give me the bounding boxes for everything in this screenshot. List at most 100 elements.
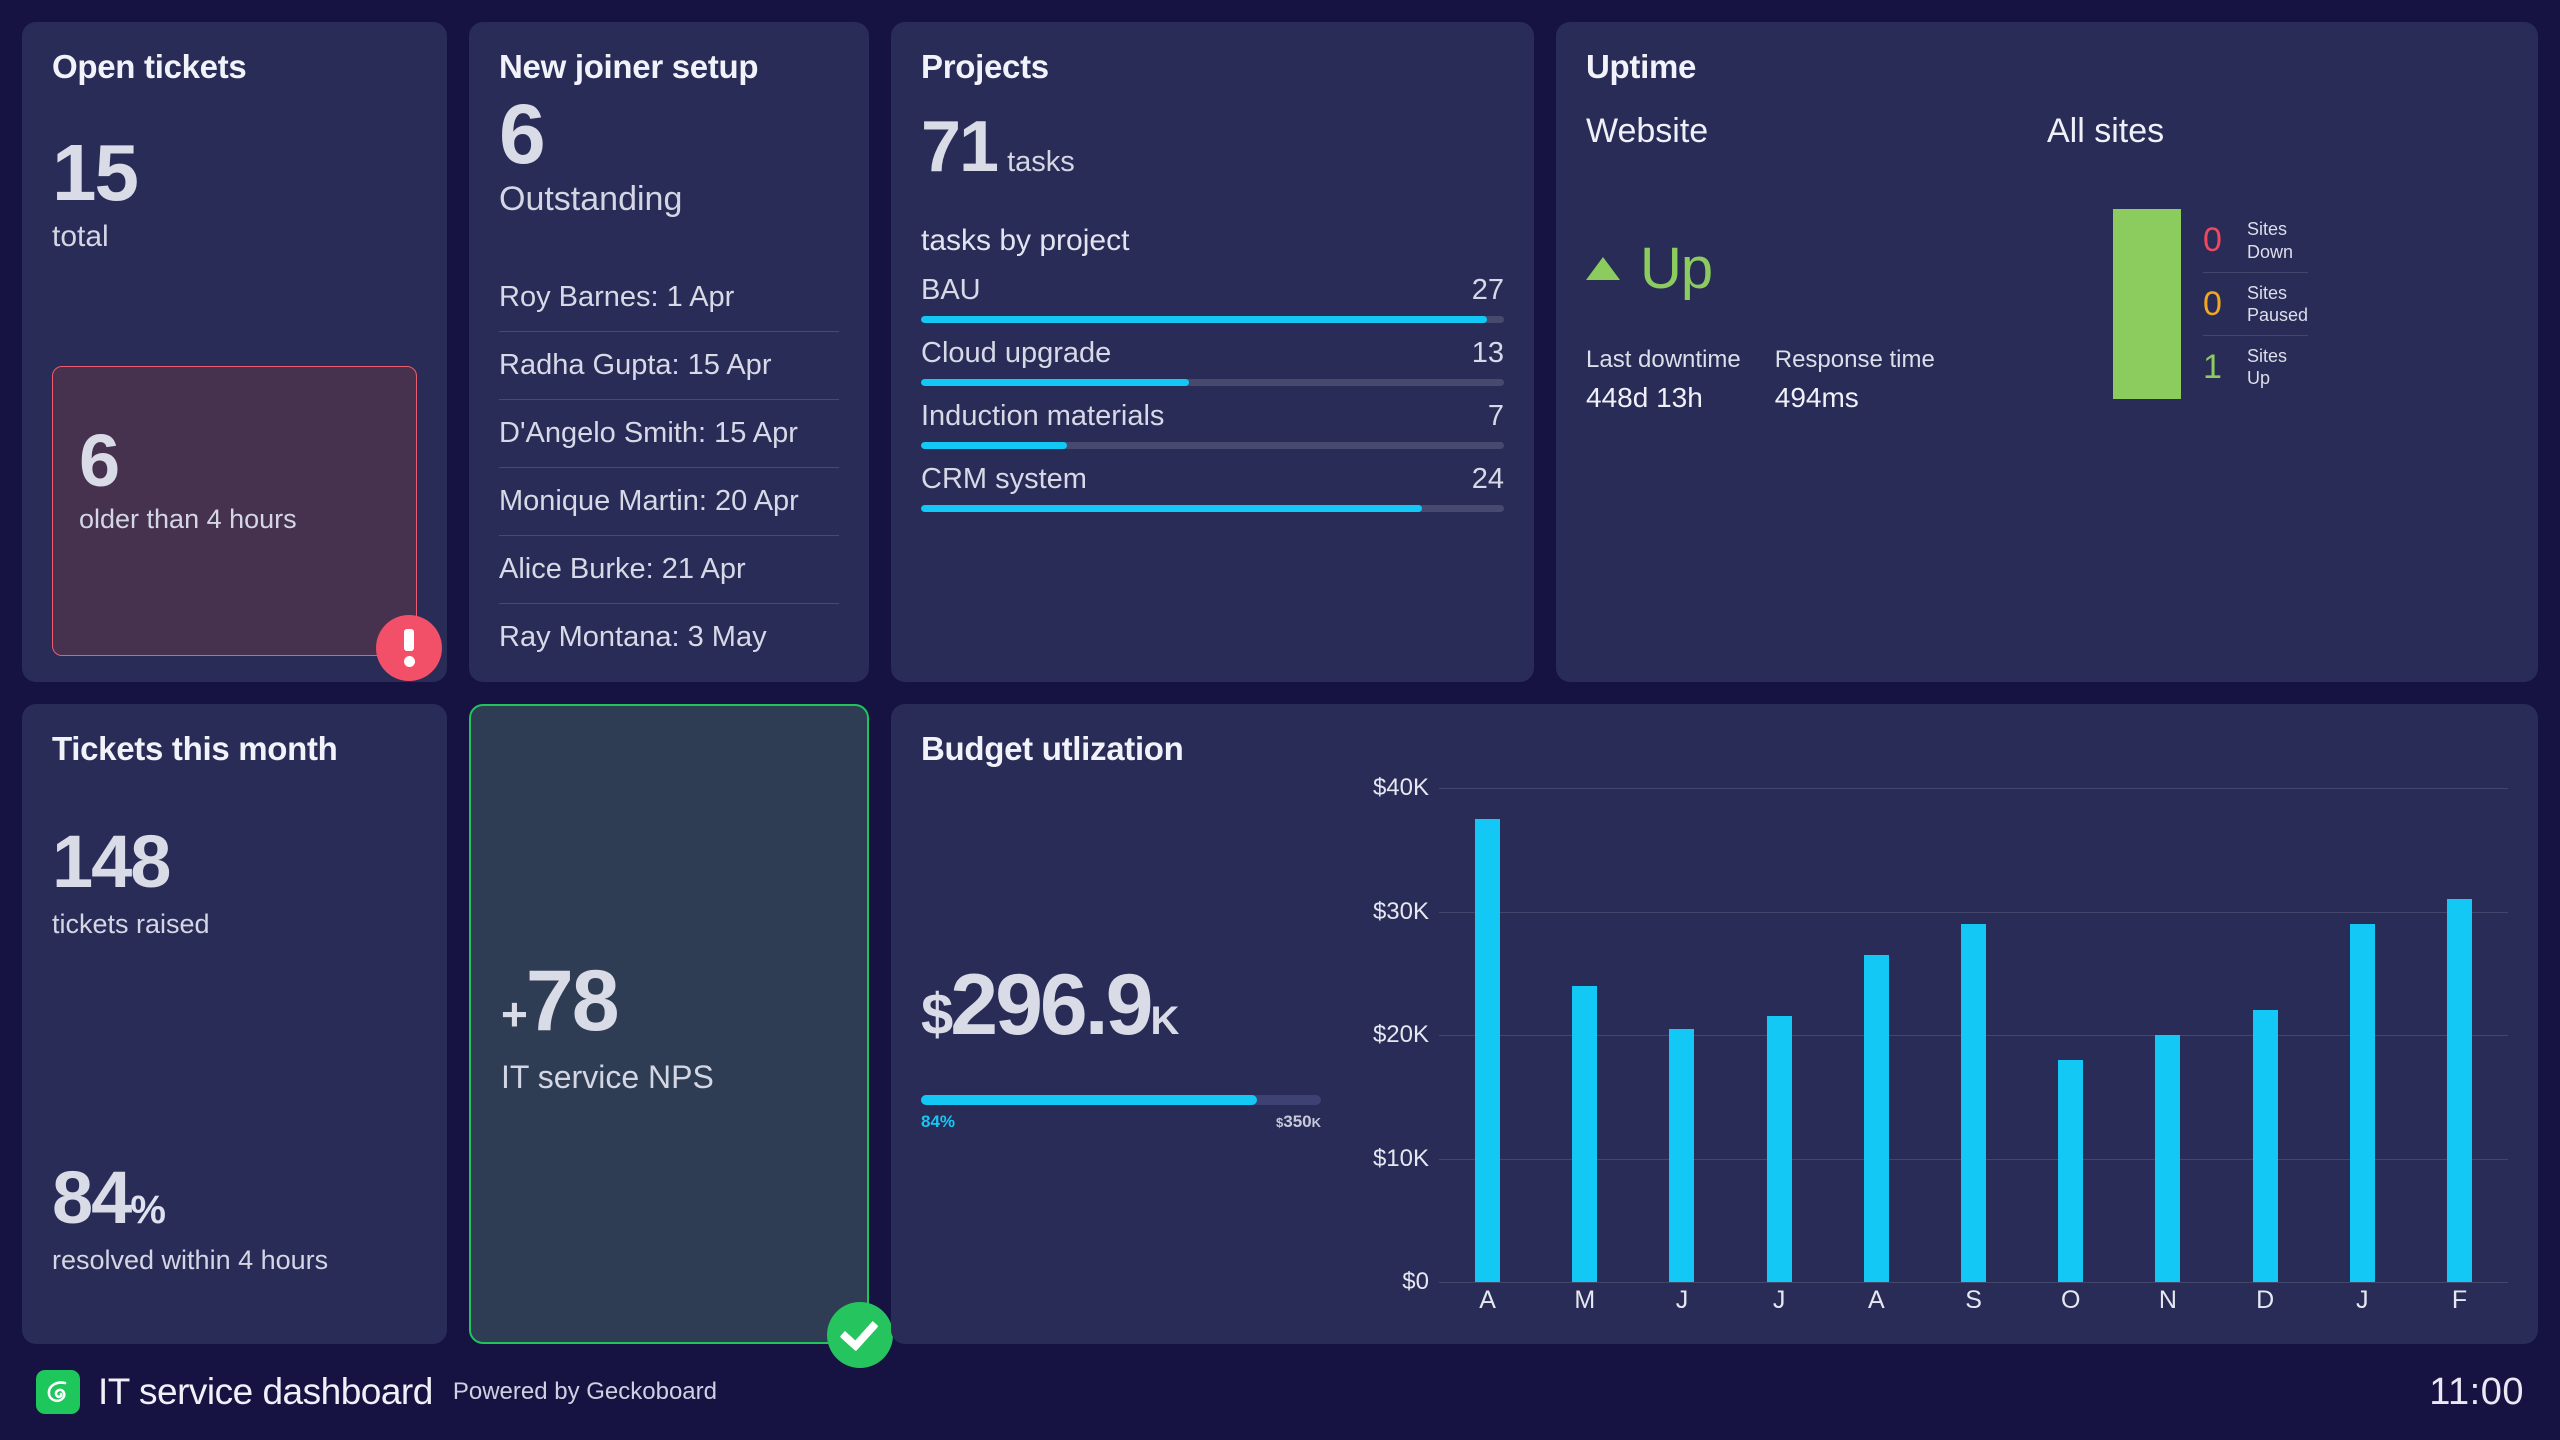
projects-total-value: 71 <box>921 107 999 187</box>
sites-up-label: Sites Up <box>2247 345 2288 389</box>
budget-scale: K <box>1150 999 1179 1043</box>
all-sites-legend: 0 Sites Down 0 Sites Paused 1 Sites Up <box>2203 209 2309 398</box>
tickets-resolved-unit: % <box>130 1188 166 1233</box>
project-row: CRM system 24 <box>921 463 1504 512</box>
open-tickets-total-label: total <box>52 220 109 254</box>
uptime-last-downtime: Last downtime 448d 13h <box>1586 346 1741 414</box>
footer-bar: IT service dashboard Powered by Geckoboa… <box>22 1344 2538 1440</box>
project-row: Induction materials 7 <box>921 400 1504 449</box>
list-item: Radha Gupta: 15 Apr <box>499 332 839 400</box>
list-item: D'Angelo Smith: 15 Apr <box>499 400 839 468</box>
chart-x-tick-label: J <box>1675 1285 1689 1314</box>
legend-item-sites-down: 0 Sites Down <box>2203 209 2308 272</box>
uptime-title: Uptime <box>1586 48 1697 85</box>
powered-by-label: Powered by Geckoboard <box>452 1378 717 1405</box>
list-item: Ray Montana: 3 May <box>499 621 767 653</box>
tickets-raised-block: 148 tickets raised <box>52 825 417 940</box>
widget-projects: Projects 71 tasks tasks by project BAU 2… <box>891 22 1534 682</box>
new-joiner-title: New joiner setup <box>499 48 759 85</box>
chart-bar-column <box>2314 788 2411 1282</box>
uptime-website-heading: Website <box>1586 112 1709 150</box>
nps-label: IT service NPS <box>501 1059 714 1095</box>
chart-bar-column <box>2411 788 2508 1282</box>
project-label: BAU <box>921 274 981 306</box>
chart-bar <box>1961 923 1987 1282</box>
widget-new-joiner-setup: New joiner setup 6 Outstanding Roy Barne… <box>469 22 869 682</box>
project-row: Cloud upgrade 13 <box>921 337 1504 386</box>
new-joiner-count-label: Outstanding <box>499 180 683 218</box>
chart-bar <box>1766 1016 1792 1282</box>
chart-bars <box>1439 788 2508 1282</box>
sites-paused-label: Sites Paused <box>2247 282 2309 326</box>
projects-subtitle: tasks by project <box>921 224 1130 257</box>
uptime-status: Up <box>1586 235 2047 302</box>
chart-x-tick-label: N <box>2158 1285 2177 1314</box>
chart-bar <box>2349 923 2375 1282</box>
chart-x-tick-label: A <box>1868 1285 1885 1314</box>
nps-sign: + <box>501 988 528 1040</box>
uptime-all-sites-heading: All sites <box>2047 112 2165 150</box>
chart-bar <box>2155 1035 2181 1282</box>
projects-total-unit: tasks <box>1007 146 1075 178</box>
chart-x-axis: AMJJASONDJF <box>1439 1282 2508 1318</box>
chart-y-tick-label: $20K <box>1372 1021 1429 1048</box>
projects-title: Projects <box>921 48 1049 85</box>
project-progress-track <box>921 316 1504 323</box>
budget-title: Budget utlization <box>921 730 1184 767</box>
open-tickets-alert-value: 6 <box>79 419 120 502</box>
chart-x-tick-label: M <box>1574 1285 1596 1314</box>
uptime-response-time: Response time 494ms <box>1775 346 1935 414</box>
widget-uptime: Uptime Website Up Last downtime 448d 13h <box>1556 22 2538 682</box>
open-tickets-total-value: 15 <box>52 128 139 217</box>
chart-y-tick-label: $30K <box>1372 897 1429 925</box>
tickets-resolved-block: 84 % resolved within 4 hours <box>52 1161 417 1276</box>
tickets-resolved-label: resolved within 4 hours <box>52 1245 329 1275</box>
geckoboard-logo-icon <box>36 1370 80 1414</box>
open-tickets-alert-label: older than 4 hours <box>79 503 297 534</box>
chart-bar <box>1572 985 1598 1282</box>
uptime-website-column: Website Up Last downtime 448d 13h Respon… <box>1586 112 2047 414</box>
chart-y-tick-label: $40K <box>1372 774 1429 801</box>
check-glyph <box>839 1311 879 1352</box>
chart-bar <box>2446 899 2472 1282</box>
tickets-month-title: Tickets this month <box>52 730 338 767</box>
project-value: 13 <box>1471 337 1504 369</box>
chart-x-tick-label: S <box>1965 1285 1982 1314</box>
project-label: Induction materials <box>921 400 1165 432</box>
uptime-response-value: 494ms <box>1774 382 1859 413</box>
exclamation-glyph <box>403 629 415 667</box>
clock: 11:00 <box>2429 1370 2524 1413</box>
widget-grid: Open tickets 15 total 6 older than 4 hou… <box>22 22 2538 1368</box>
chart-y-tick-label: $10K <box>1372 1144 1429 1172</box>
list-item: Roy Barnes: 1 Apr <box>499 275 839 332</box>
open-tickets-alert-card: 6 older than 4 hours <box>52 366 442 681</box>
chart-x-tick-label: D <box>2256 1285 2275 1314</box>
triangle-up-icon <box>1586 257 1620 280</box>
project-label: CRM system <box>921 463 1087 495</box>
uptime-status-text: Up <box>1640 236 1713 301</box>
widget-open-tickets: Open tickets 15 total 6 older than 4 hou… <box>22 22 447 682</box>
project-progress-fill <box>921 316 1487 323</box>
budget-progress-track <box>921 1095 1321 1105</box>
budget-summary: Budget utlization $ 296.9 K 84% $350K <box>921 730 1321 1318</box>
chart-bar-column <box>1828 788 1925 1282</box>
open-tickets-total-block: 15 total <box>52 92 417 254</box>
chart-bar-column <box>1439 788 1536 1282</box>
budget-bar-chart: $0 $10K $20K $30K $40K A M J J A S O N D J F <box>1321 730 2508 1318</box>
chart-bar-column <box>1633 788 1730 1282</box>
exclamation-icon <box>376 615 442 681</box>
chart-bar-column <box>1925 788 2022 1282</box>
sites-up-count: 1 <box>2203 347 2222 386</box>
all-sites-chart: 0 Sites Down 0 Sites Paused 1 Sites Up <box>2047 209 2508 399</box>
uptime-stats: Last downtime 448d 13h Response time 494… <box>1586 346 2047 414</box>
widget-budget-utilization: Budget utlization $ 296.9 K 84% $350K $0… <box>891 704 2538 1344</box>
chart-x-tick-label: J <box>1772 1285 1786 1314</box>
project-progress-fill <box>921 442 1067 449</box>
list-item: Alice Burke: 21 Apr <box>499 536 839 604</box>
open-tickets-title: Open tickets <box>52 48 247 85</box>
chart-bar-column <box>2022 788 2119 1282</box>
chart-plot-area: AMJJASONDJF <box>1439 788 2508 1318</box>
widget-tickets-this-month: Tickets this month 148 tickets raised 84… <box>22 704 447 1344</box>
project-value: 24 <box>1471 463 1504 495</box>
budget-amount: 296.9 <box>950 957 1153 1053</box>
